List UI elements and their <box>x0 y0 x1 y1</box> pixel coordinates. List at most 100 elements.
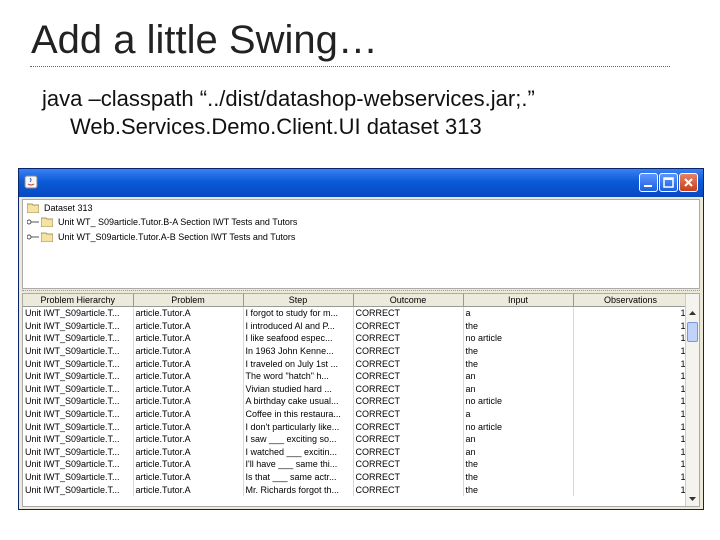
table-cell[interactable]: 1 <box>573 420 689 433</box>
table-cell[interactable]: article.Tutor.A <box>133 445 244 459</box>
table-cell[interactable]: Unit IWT_S09article.T... <box>23 344 134 358</box>
table-cell[interactable]: CORRECT <box>353 344 464 358</box>
table-cell[interactable]: Unit IWT_S09article.T... <box>23 382 134 396</box>
table-cell[interactable]: CORRECT <box>353 458 464 471</box>
table-cell[interactable]: article.Tutor.A <box>133 319 244 333</box>
table-cell[interactable]: Unit IWT_S09article.T... <box>23 332 134 345</box>
scroll-up-icon[interactable] <box>687 307 698 319</box>
table-cell[interactable]: CORRECT <box>353 382 464 396</box>
table-cell[interactable]: article.Tutor.A <box>133 458 244 471</box>
table-cell[interactable]: The word "hatch" h... <box>243 369 354 383</box>
column-header[interactable]: Step <box>243 294 354 307</box>
table-cell[interactable]: Unit IWT_S09article.T... <box>23 369 134 383</box>
table-cell[interactable]: Unit IWT_S09article.T... <box>23 458 134 471</box>
table-cell[interactable]: 1 <box>573 483 689 496</box>
table-row[interactable]: Unit IWT_S09article.T... article.Tutor.A T… <box>23 369 689 383</box>
table-cell[interactable]: Is that ___ same actr... <box>243 470 354 484</box>
table-cell[interactable]: CORRECT <box>353 395 464 408</box>
split-pane-divider[interactable] <box>22 290 700 291</box>
table-cell[interactable]: Unit IWT_S09article.T... <box>23 445 134 459</box>
table-cell[interactable]: 1 <box>573 306 689 320</box>
table-cell[interactable]: CORRECT <box>353 407 464 421</box>
column-header[interactable]: Problem Hierarchy <box>23 294 134 307</box>
table-cell[interactable]: 1 <box>573 382 689 396</box>
table-cell[interactable]: Unit IWT_S09article.T... <box>23 420 134 433</box>
tree-expand-icon[interactable] <box>27 219 39 225</box>
table-cell[interactable]: Unit IWT_S09article.T... <box>23 357 134 370</box>
table-cell[interactable]: CORRECT <box>353 420 464 433</box>
table-row[interactable]: Unit IWT_S09article.T... article.Tutor.A V… <box>23 382 689 396</box>
column-header[interactable]: Observations <box>573 294 689 307</box>
table-cell[interactable]: Unit IWT_S09article.T... <box>23 395 134 408</box>
table-row[interactable]: Unit IWT_S09article.T... article.Tutor.A I… <box>23 470 689 484</box>
table-cell[interactable]: article.Tutor.A <box>133 382 244 396</box>
table-cell[interactable]: Unit IWT_S09article.T... <box>23 470 134 484</box>
table-cell[interactable]: I saw ___ exciting so... <box>243 432 354 446</box>
table-cell[interactable]: CORRECT <box>353 470 464 484</box>
table-cell[interactable]: the <box>463 319 574 333</box>
table-row[interactable]: Unit IWT_S09article.T... article.Tutor.A I… <box>23 344 689 358</box>
table-cell[interactable]: I like seafood espec... <box>243 332 354 345</box>
table-cell[interactable]: an <box>463 445 574 459</box>
table-row[interactable]: Unit IWT_S09article.T... article.Tutor.A I… <box>23 306 689 320</box>
table-row[interactable]: Unit IWT_S09article.T... article.Tutor.A A… <box>23 395 689 408</box>
table-row[interactable]: Unit IWT_S09article.T... article.Tutor.A I… <box>23 432 689 446</box>
table-cell[interactable]: I watched ___ excitin... <box>243 445 354 459</box>
table-cell[interactable]: I traveled on July 1st ... <box>243 357 354 370</box>
table-row[interactable]: Unit IWT_S09article.T... article.Tutor.A I… <box>23 357 689 370</box>
table-cell[interactable]: a <box>463 306 574 320</box>
column-header[interactable]: Input <box>463 294 574 307</box>
table-cell[interactable]: no article <box>463 395 574 408</box>
table-cell[interactable]: 1 <box>573 407 689 421</box>
table-cell[interactable]: Unit IWT_S09article.T... <box>23 483 134 496</box>
table-cell[interactable]: article.Tutor.A <box>133 369 244 383</box>
table-row[interactable]: Unit IWT_S09article.T... article.Tutor.A C… <box>23 407 689 421</box>
table-cell[interactable]: Vivian studied hard ... <box>243 382 354 396</box>
table-row[interactable]: Unit IWT_S09article.T... article.Tutor.A I… <box>23 420 689 433</box>
table-row[interactable]: Unit IWT_S09article.T... article.Tutor.A I… <box>23 319 689 333</box>
table-cell[interactable]: the <box>463 344 574 358</box>
table-cell[interactable]: article.Tutor.A <box>133 432 244 446</box>
table-cell[interactable]: the <box>463 458 574 471</box>
table-cell[interactable]: 1 <box>573 395 689 408</box>
table-cell[interactable]: I don't particularly like... <box>243 420 354 433</box>
table-cell[interactable]: 1 <box>573 458 689 471</box>
table-cell[interactable]: an <box>463 382 574 396</box>
scroll-down-icon[interactable] <box>687 493 698 505</box>
table-cell[interactable]: 1 <box>573 445 689 459</box>
table-cell[interactable]: Mr. Richards forgot th... <box>243 483 354 496</box>
table-cell[interactable]: CORRECT <box>353 332 464 345</box>
table-cell[interactable]: 1 <box>573 332 689 345</box>
table-cell[interactable]: no article <box>463 332 574 345</box>
table-cell[interactable]: article.Tutor.A <box>133 420 244 433</box>
table-cell[interactable]: A birthday cake usual... <box>243 395 354 408</box>
table-cell[interactable]: no article <box>463 420 574 433</box>
table-cell[interactable]: CORRECT <box>353 432 464 446</box>
table-cell[interactable]: I introduced Al and P... <box>243 319 354 333</box>
table-cell[interactable]: 1 <box>573 357 689 370</box>
table-cell[interactable]: 1 <box>573 319 689 333</box>
table-cell[interactable]: article.Tutor.A <box>133 357 244 370</box>
table-cell[interactable]: Unit IWT_S09article.T... <box>23 306 134 320</box>
table-cell[interactable]: CORRECT <box>353 319 464 333</box>
scroll-thumb[interactable] <box>687 322 698 342</box>
table-cell[interactable]: Coffee in this restaura... <box>243 407 354 421</box>
table-cell[interactable]: I'll have ___ same thi... <box>243 458 354 471</box>
table-cell[interactable]: article.Tutor.A <box>133 332 244 345</box>
table-cell[interactable]: 1 <box>573 470 689 484</box>
table-cell[interactable]: CORRECT <box>353 369 464 383</box>
table-cell[interactable]: CORRECT <box>353 445 464 459</box>
table-cell[interactable]: CORRECT <box>353 306 464 320</box>
close-button[interactable] <box>679 173 698 192</box>
table-cell[interactable]: CORRECT <box>353 483 464 496</box>
table-cell[interactable]: I forgot to study for m... <box>243 306 354 320</box>
table-row[interactable]: Unit IWT_S09article.T... article.Tutor.A M… <box>23 483 689 496</box>
table-cell[interactable]: the <box>463 357 574 370</box>
table-row[interactable]: Unit IWT_S09article.T... article.Tutor.A I… <box>23 458 689 471</box>
table-cell[interactable]: the <box>463 470 574 484</box>
table-cell[interactable]: article.Tutor.A <box>133 306 244 320</box>
table-cell[interactable]: article.Tutor.A <box>133 470 244 484</box>
table-cell[interactable]: article.Tutor.A <box>133 395 244 408</box>
minimize-button[interactable] <box>639 173 658 192</box>
table-cell[interactable]: Unit IWT_S09article.T... <box>23 319 134 333</box>
